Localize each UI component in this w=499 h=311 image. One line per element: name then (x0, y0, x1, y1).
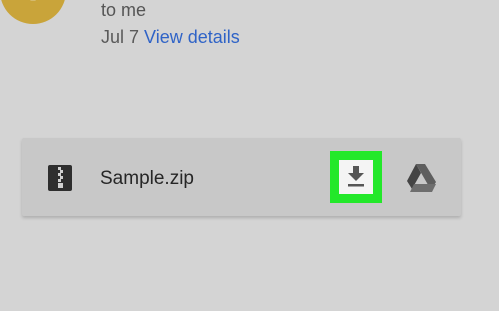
zip-file-icon (48, 165, 72, 191)
message-meta: Jul 7 View details (101, 26, 240, 48)
avatar-letter: S (0, 0, 66, 6)
save-to-drive-button[interactable] (405, 163, 439, 193)
download-icon-box (339, 160, 373, 194)
google-drive-icon (407, 164, 436, 192)
attachment-card[interactable]: Sample.zip (22, 138, 461, 216)
attachment-file-name[interactable]: Sample.zip (100, 168, 194, 190)
recipient-text: to me (101, 0, 147, 20)
message-date: Jul 7 (101, 27, 140, 47)
sender-avatar[interactable]: S (0, 0, 82, 24)
download-button[interactable] (330, 151, 382, 203)
download-icon (348, 166, 364, 187)
view-details-link[interactable]: View details (144, 27, 240, 47)
